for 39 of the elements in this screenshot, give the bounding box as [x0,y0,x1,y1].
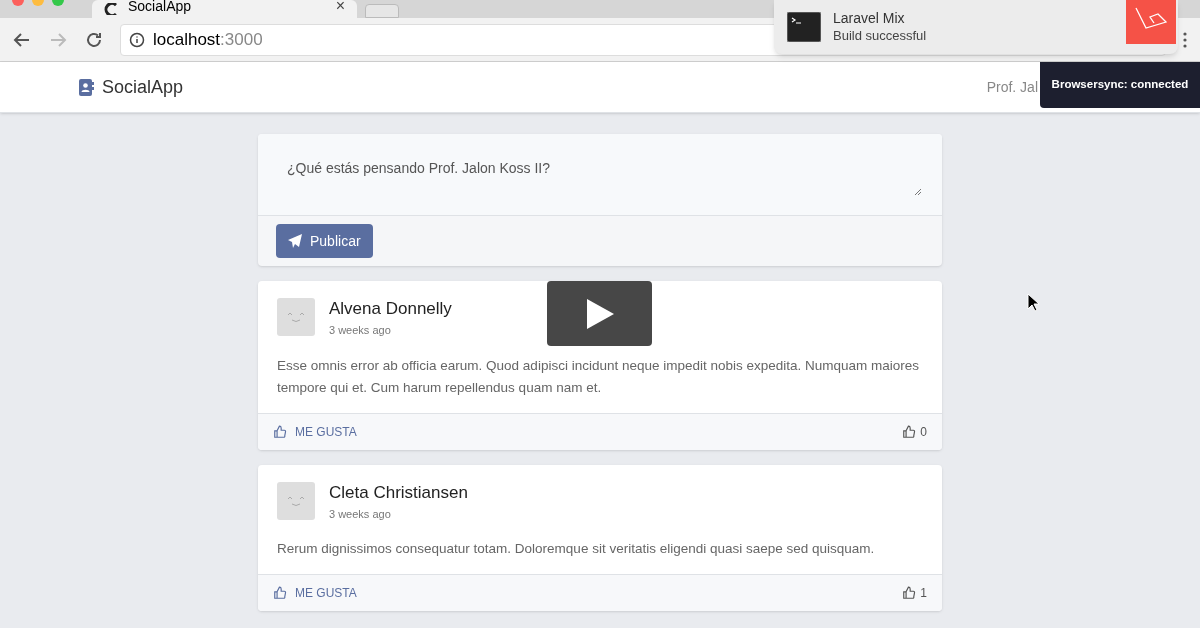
mouse-cursor-icon [1027,293,1039,312]
notification-panel[interactable]: Laravel Mix Build successful [774,0,1178,54]
resize-handle-icon[interactable] [914,188,922,196]
contact-book-icon [79,78,94,96]
likes-count: 1 [920,585,927,602]
notification-message: Build successful [833,27,927,45]
info-icon [129,31,145,48]
browser-tab[interactable]: SocialApp × [92,0,357,18]
user-name[interactable]: Prof. Jal [986,76,1038,98]
like-button[interactable]: ME GUSTA [273,422,357,441]
author-name[interactable]: Cleta Christiansen [329,481,468,504]
brand-name[interactable]: SocialApp [102,73,184,101]
thumbs-up-icon [273,424,287,439]
site-icon [104,3,120,15]
post-time: 3 weeks ago [329,323,392,338]
likes-count-icon [902,424,917,439]
tab-close-button[interactable]: × [335,0,345,14]
send-icon [288,234,302,248]
likes-count-icon [902,586,917,600]
tab-title: SocialApp [128,0,192,13]
post-time: 3 weeks ago [329,506,392,522]
url-text: localhost:3000 [153,28,263,51]
author-name[interactable]: Alvena Donnelly [329,298,452,320]
post-body: Esse omnis error ab officia earum. Quod adipisci incidunt neque impedit nobis expedita. Numquam maiores tempore qui et. Cum harum repellendus quam nam et. [277,356,921,397]
like-button[interactable]: ME GUSTA [273,584,357,602]
likes-count: 0 [920,423,927,441]
video-play-button[interactable] [547,281,652,346]
avatar-icon [277,481,315,520]
publish-button[interactable]: Publicar [276,224,373,258]
avatar-icon [277,298,315,336]
toast-text: Browsersync: connected [1051,77,1189,93]
play-icon [584,297,615,330]
thumbs-up-icon [273,586,287,600]
terminal-icon [787,12,821,42]
post-body: Rerum dignissimos consequatur totam. Doloremque sit veritatis eligendi quasi saepe sed quisquam. [277,540,876,558]
menu-icon[interactable] [1182,30,1188,49]
post-textarea[interactable]: ¿Qué estás pensando Prof. Jalon Koss II? [258,134,942,216]
laravel-logo-icon [1126,0,1176,44]
placeholder-text: ¿Qué estás pensando Prof. Jalon Koss II? [287,158,913,198]
